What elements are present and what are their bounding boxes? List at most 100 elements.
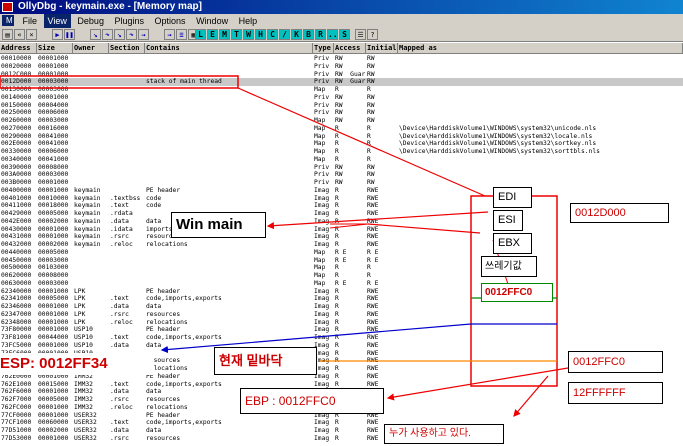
table-row[interactable]: 73F81000 00044000 USP10 .text code,imports,e… bbox=[0, 334, 683, 342]
tb-letter-E[interactable]: E bbox=[207, 29, 218, 40]
run-icon[interactable]: ▶ bbox=[52, 29, 63, 40]
table-row[interactable]: 0012C000 00001000 Priv RW Guar RW bbox=[0, 71, 683, 79]
table-row[interactable]: 00150000 00004000 Priv RW RW bbox=[0, 102, 683, 110]
table-row[interactable]: 00430000 00001000 keymain .idata imports Imag… bbox=[0, 226, 683, 234]
tb-letter-B[interactable]: B bbox=[303, 29, 314, 40]
table-row[interactable]: 73FC5000 00001000 USP10 .data data Imag R RWE bbox=[0, 342, 683, 350]
menu-view[interactable]: View bbox=[43, 14, 71, 28]
table-row[interactable]: 62340000 00001000 LPK PE header Imag R RWE bbox=[0, 288, 683, 296]
table-cell: IMM32 bbox=[74, 403, 93, 411]
table-row[interactable]: 00390000 00008000 Priv RW RW bbox=[0, 164, 683, 172]
tb-letter-T[interactable]: T bbox=[231, 29, 242, 40]
pause-icon[interactable]: ❚❚ bbox=[64, 29, 75, 40]
table-cell: 00010000 bbox=[1, 55, 32, 62]
tb-letter-L[interactable]: L bbox=[195, 29, 206, 40]
table-cell: 00001000 bbox=[38, 179, 69, 186]
table-row[interactable]: 62346000 00001000 LPK .data data Imag R RWE bbox=[0, 303, 683, 311]
table-row[interactable]: 00500000 00103000 Map R R bbox=[0, 264, 683, 272]
tb-letter-slash[interactable]: / bbox=[279, 29, 290, 40]
tb-letter-C[interactable]: C bbox=[267, 29, 278, 40]
table-row[interactable]: 00020000 00001000 Priv RW RW bbox=[0, 63, 683, 71]
step-into-icon[interactable]: ↘ bbox=[90, 29, 101, 40]
col-size[interactable]: Size bbox=[37, 43, 73, 54]
table-cell: .text bbox=[110, 334, 129, 341]
table-cell: Map bbox=[314, 248, 326, 256]
tb-letter-dots[interactable]: ... bbox=[327, 29, 342, 40]
menu-file[interactable]: File bbox=[19, 14, 42, 28]
execute-till-return-icon[interactable]: → bbox=[138, 29, 149, 40]
table-row[interactable]: 002E0000 00041000 Map R R \Device\HarddiskVol… bbox=[0, 140, 683, 148]
list-icon[interactable]: ≡ bbox=[176, 29, 187, 40]
trace-over-icon[interactable]: ↷ bbox=[126, 29, 137, 40]
table-row[interactable]: 00450000 00003000 Map R E R E bbox=[0, 257, 683, 265]
menu-options[interactable]: Options bbox=[151, 14, 190, 28]
table-row[interactable]: 62348000 00001000 LPK .reloc relocations Imag… bbox=[0, 319, 683, 327]
table-cell: R bbox=[367, 272, 371, 279]
table-row[interactable]: 77D51000 00002000 USER32 .data data Imag R RWE bbox=[0, 427, 683, 435]
table-row[interactable]: 73F80000 00001000 USP10 PE header Imag R RWE bbox=[0, 326, 683, 334]
step-over-icon[interactable]: ↷ bbox=[102, 29, 113, 40]
close-icon[interactable]: × bbox=[26, 29, 37, 40]
table-row[interactable]: 00130000 00003000 Map R R bbox=[0, 86, 683, 94]
table-row[interactable]: 00401000 00010000 keymain .textbss code Imag R… bbox=[0, 195, 683, 203]
col-section[interactable]: Section bbox=[109, 43, 145, 54]
table-row[interactable]: 00330000 00006000 Map R R \Device\HarddiskVol… bbox=[0, 148, 683, 156]
table-row[interactable]: 00140000 00001000 Priv RW RW bbox=[0, 94, 683, 102]
table-row[interactable]: 00250000 00006000 Priv RW RW bbox=[0, 109, 683, 117]
menu-help[interactable]: Help bbox=[235, 14, 262, 28]
table-row[interactable]: 0012D000 00003000 stack of main thread Priv… bbox=[0, 78, 683, 86]
table-cell: 762F7000 bbox=[1, 396, 32, 403]
table-row[interactable]: 00260000 00003000 Map RW RW bbox=[0, 117, 683, 125]
table-row[interactable]: 00400000 00001000 keymain PE header Imag R RWE bbox=[0, 187, 683, 195]
table-cell: RWE bbox=[367, 310, 379, 318]
menu-bar: M File View Debug Plugins Options Window… bbox=[0, 14, 683, 28]
table-row[interactable]: 00630000 00003000 Map R E R E bbox=[0, 280, 683, 288]
table-row[interactable]: 00340000 00041000 Map R R bbox=[0, 156, 683, 164]
trace-into-icon[interactable]: ↘ bbox=[114, 29, 125, 40]
menu-plugins[interactable]: Plugins bbox=[110, 14, 148, 28]
table-row[interactable]: 00431000 00001000 keymain .rsrc resources Ima… bbox=[0, 233, 683, 241]
col-type[interactable]: Type bbox=[313, 43, 334, 54]
goto-icon[interactable]: → bbox=[164, 29, 175, 40]
table-cell: RW bbox=[367, 62, 375, 70]
col-contains[interactable]: Contains bbox=[145, 43, 313, 54]
help-icon[interactable]: ? bbox=[367, 29, 378, 40]
tb-letter-H[interactable]: H bbox=[255, 29, 266, 40]
col-address[interactable]: Address bbox=[0, 43, 37, 54]
table-row[interactable]: 62341000 00005000 LPK .text code,imports,exp… bbox=[0, 295, 683, 303]
table-cell: R bbox=[335, 427, 339, 434]
restart-icon[interactable]: « bbox=[14, 29, 25, 40]
table-row[interactable]: 00290000 00041000 Map R R \Device\HarddiskVol… bbox=[0, 133, 683, 141]
col-mapped-as[interactable]: Mapped as bbox=[398, 43, 683, 54]
mdi-icon[interactable]: M bbox=[2, 15, 14, 26]
table-cell: 00001000 bbox=[38, 411, 69, 419]
table-row[interactable]: 00620000 00008000 Map R R bbox=[0, 272, 683, 280]
col-initial[interactable]: Initial bbox=[366, 43, 398, 54]
col-owner[interactable]: Owner bbox=[73, 43, 109, 54]
tb-letter-W[interactable]: W bbox=[243, 29, 254, 40]
table-row[interactable]: 00432000 00002000 keymain .reloc relocations… bbox=[0, 241, 683, 249]
menu-window[interactable]: Window bbox=[192, 14, 232, 28]
tb-letter-R[interactable]: R bbox=[315, 29, 326, 40]
table-row[interactable]: 77CF1000 00060000 USER32 .text code,imports,… bbox=[0, 419, 683, 427]
open-icon[interactable]: ▤ bbox=[2, 29, 13, 40]
tb-letter-M[interactable]: M bbox=[219, 29, 230, 40]
table-cell: Priv bbox=[314, 171, 330, 179]
table-cell: 62340000 bbox=[1, 287, 32, 295]
options-icon[interactable]: ☰ bbox=[355, 29, 366, 40]
tb-letter-S[interactable]: S bbox=[339, 29, 350, 40]
table-cell: 00015000 bbox=[38, 380, 69, 388]
col-access[interactable]: Access bbox=[334, 43, 366, 54]
table-row[interactable]: 77D53000 00001000 USER32 .rsrc resources Imag… bbox=[0, 435, 683, 443]
table-row[interactable]: 00440000 00005000 Map R E R E bbox=[0, 249, 683, 257]
tb-letter-K[interactable]: K bbox=[291, 29, 302, 40]
table-row[interactable]: 00270000 00016000 Map R R \Device\HarddiskVol… bbox=[0, 125, 683, 133]
menu-debug[interactable]: Debug bbox=[73, 14, 108, 28]
table-row[interactable]: 62347000 00001000 LPK .rsrc resources Imag R RW… bbox=[0, 311, 683, 319]
table-row[interactable]: 00010000 00001000 Priv RW RW bbox=[0, 55, 683, 63]
table-row[interactable]: 003A0000 00003000 Priv RW RW bbox=[0, 171, 683, 179]
table-cell: .text bbox=[110, 202, 129, 210]
table-cell: R bbox=[335, 365, 339, 372]
table-row[interactable]: 003B0000 00001000 Priv RW RW bbox=[0, 179, 683, 187]
table-cell: 003B0000 bbox=[1, 179, 32, 186]
